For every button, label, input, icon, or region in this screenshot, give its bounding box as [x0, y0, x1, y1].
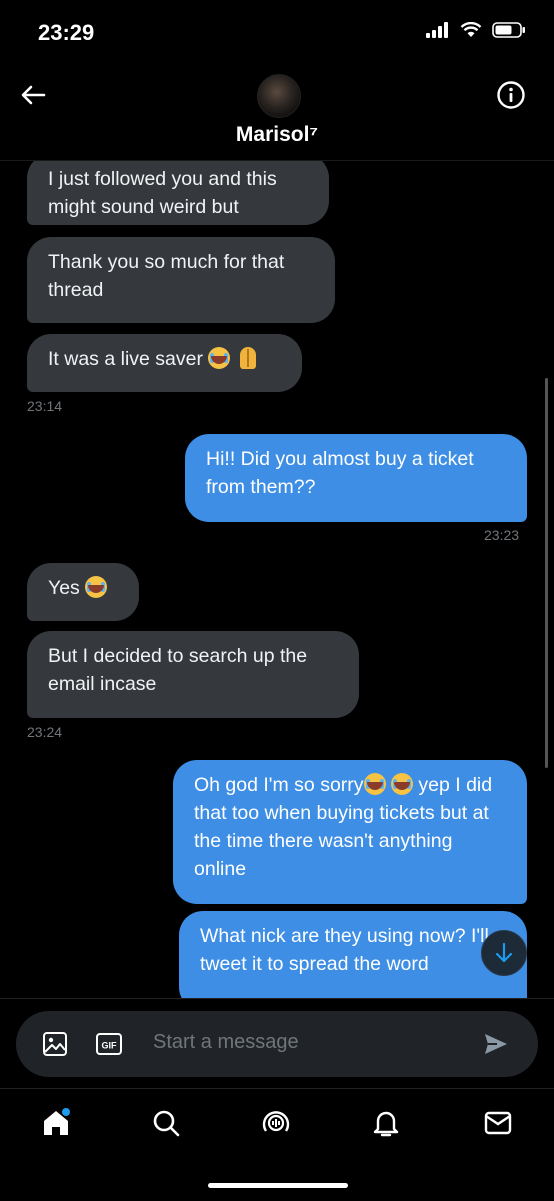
image-icon[interactable] [42, 1031, 68, 1057]
messages-icon[interactable] [482, 1107, 514, 1139]
message-bubble-outgoing[interactable]: Hi!! Did you almost buy a ticket from th… [185, 434, 527, 522]
gif-icon[interactable]: GIF [95, 1031, 123, 1057]
message-composer: GIF Start a message [16, 1011, 538, 1077]
battery-icon [492, 22, 525, 38]
message-bubble-incoming[interactable]: Thank you so much for that thread [27, 237, 335, 323]
loudly-crying-emoji-icon [208, 347, 231, 369]
home-indicator [208, 1183, 348, 1188]
message-timestamp: 23:14 [27, 398, 63, 414]
scroll-down-icon [495, 942, 513, 963]
message-timestamp: 23:24 [27, 724, 63, 740]
search-icon[interactable] [150, 1107, 182, 1139]
info-icon[interactable] [496, 80, 526, 110]
message-text: I just followed you and this might sound… [48, 168, 277, 218]
conversation-header: Marisol⁷ [0, 60, 554, 161]
status-icons [426, 22, 526, 38]
message-bubble-incoming[interactable]: But I decided to search up the email inc… [27, 631, 359, 718]
avatar[interactable] [257, 74, 301, 118]
spaces-icon[interactable] [260, 1107, 292, 1139]
message-bubble-outgoing[interactable]: Oh god I'm so sorry yep I did that too w… [173, 760, 527, 904]
message-text: Hi!! Did you almost buy a ticket from th… [206, 448, 474, 498]
message-input[interactable]: Start a message [153, 1031, 299, 1054]
message-text: It was a live saver [48, 348, 203, 370]
contact-name[interactable]: Marisol⁷ [0, 123, 554, 147]
status-time: 23:29 [38, 20, 95, 45]
notifications-icon[interactable] [370, 1107, 402, 1139]
scrollbar[interactable] [545, 378, 548, 768]
message-list[interactable]: I just followed you and this might sound… [0, 160, 554, 998]
wifi-icon [460, 22, 482, 37]
svg-text:GIF: GIF [102, 1041, 118, 1051]
composer-area: GIF Start a message [0, 998, 554, 1089]
message-text: But I decided to search up the email inc… [48, 645, 308, 695]
message-bubble-outgoing[interactable]: What nick are they using now? I'll tweet… [179, 911, 527, 998]
message-text: Thank you so much for that thread [48, 251, 285, 301]
send-icon[interactable] [482, 1030, 510, 1058]
message-text: Oh god I'm so sorry [194, 774, 364, 796]
loudly-crying-emoji-icon [390, 773, 413, 795]
loudly-crying-emoji-icon [363, 773, 386, 795]
home-icon[interactable] [40, 1107, 72, 1139]
message-text: Yes [48, 577, 80, 599]
message-bubble-incoming[interactable]: Yes [27, 563, 139, 621]
message-bubble-incoming[interactable]: I just followed you and this might sound… [27, 160, 329, 225]
message-text: What nick are they using now? I'll tweet… [200, 925, 489, 975]
loudly-crying-emoji-icon [85, 576, 108, 598]
folded-hands-emoji-icon [236, 347, 260, 369]
message-timestamp: 23:23 [484, 527, 520, 543]
scroll-to-bottom-button[interactable] [481, 930, 527, 976]
back-arrow-icon[interactable] [18, 80, 48, 110]
cellular-signal-icon [426, 22, 448, 38]
message-bubble-incoming[interactable]: It was a live saver [27, 334, 302, 392]
